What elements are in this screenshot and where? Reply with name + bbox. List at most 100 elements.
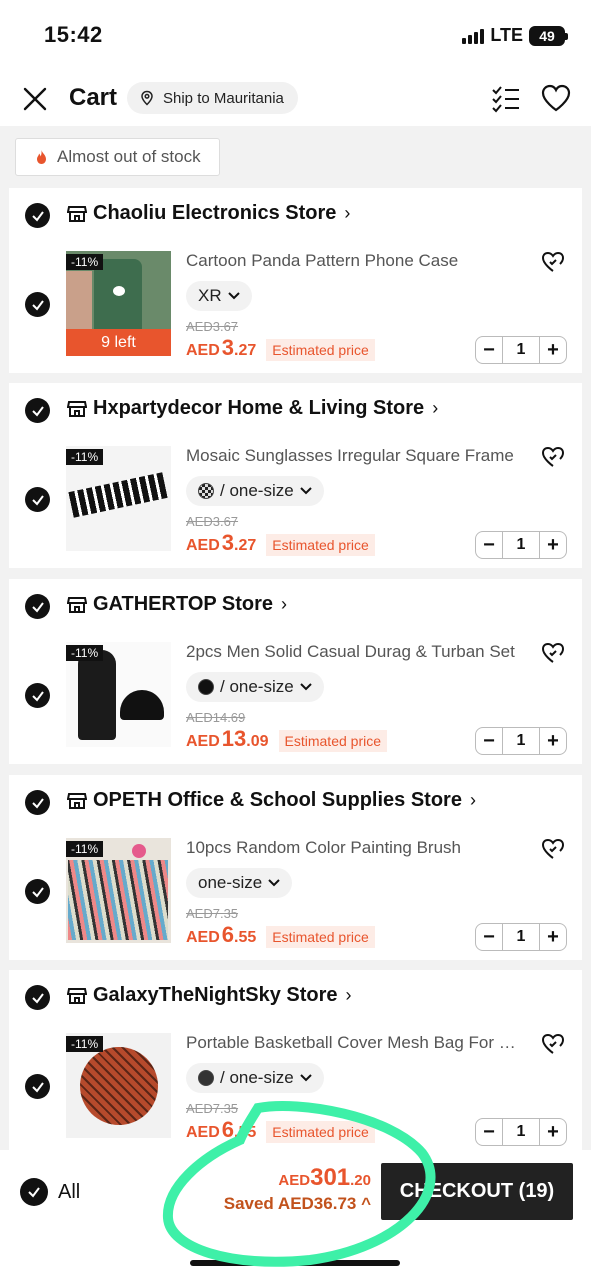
increase-quantity-button[interactable]: + — [540, 1119, 566, 1145]
quantity-value[interactable]: 1 — [502, 1119, 540, 1145]
product-image[interactable]: -11% 9 left — [66, 251, 171, 356]
store-icon — [67, 792, 87, 809]
filter-row: Almost out of stock — [0, 126, 591, 188]
product-title[interactable]: 10pcs Random Color Painting Brush — [186, 838, 526, 858]
price-currency: AED — [186, 342, 220, 359]
store-link[interactable]: GalaxyTheNightSky Store › — [67, 984, 352, 1007]
increase-quantity-button[interactable]: + — [540, 337, 566, 363]
variant-label: / one-size — [220, 1068, 294, 1087]
variant-selector[interactable]: / one-size — [186, 476, 324, 506]
filter-label: Almost out of stock — [57, 147, 201, 166]
ship-to-label: Ship to Mauritania — [163, 89, 284, 107]
decrease-quantity-button[interactable]: − — [476, 728, 502, 754]
chevron-right-icon: › — [345, 985, 352, 1005]
variant-swatch — [198, 679, 214, 695]
checkout-button[interactable]: CHECKOUT (19) — [381, 1163, 573, 1220]
heart-plus-icon[interactable] — [541, 838, 565, 860]
chevron-down-icon — [299, 487, 312, 495]
increase-quantity-button[interactable]: + — [540, 924, 566, 950]
item-checkbox[interactable] — [25, 487, 50, 512]
store-icon — [67, 596, 87, 613]
product-image[interactable]: -11% — [66, 446, 171, 551]
quantity-stepper: −1 + — [475, 923, 567, 951]
heart-plus-icon[interactable] — [541, 642, 565, 664]
price: AED 6.55 Estimated price — [186, 1117, 375, 1143]
total-decimal: .20 — [350, 1172, 371, 1189]
ship-to-button[interactable]: Ship to Mauritania — [127, 82, 298, 114]
store-checkbox[interactable] — [25, 790, 50, 815]
product-title[interactable]: Cartoon Panda Pattern Phone Case — [186, 251, 526, 271]
quantity-value[interactable]: 1 — [502, 728, 540, 754]
store-link[interactable]: GATHERTOP Store › — [67, 593, 287, 616]
decrease-quantity-button[interactable]: − — [476, 337, 502, 363]
increase-quantity-button[interactable]: + — [540, 728, 566, 754]
battery-icon: 49 — [529, 25, 568, 46]
stock-left-banner: 9 left — [66, 329, 171, 356]
status-bar: 15:42 LTE 49 — [0, 0, 591, 72]
quantity-stepper: −1 + — [475, 336, 567, 364]
store-link[interactable]: OPETH Office & School Supplies Store › — [67, 789, 476, 812]
product-title[interactable]: Mosaic Sunglasses Irregular Square Frame — [186, 446, 526, 466]
product-image[interactable]: -11% — [66, 642, 171, 747]
decrease-quantity-button[interactable]: − — [476, 532, 502, 558]
store-card: Chaoliu Electronics Store › -11% 9 left Cart… — [9, 188, 582, 373]
quantity-value[interactable]: 1 — [502, 924, 540, 950]
store-icon — [67, 205, 87, 222]
quantity-stepper: −1 + — [475, 727, 567, 755]
signal-icon — [462, 28, 485, 44]
decrease-quantity-button[interactable]: − — [476, 1119, 502, 1145]
discount-badge: -11% — [66, 254, 104, 270]
store-checkbox[interactable] — [25, 594, 50, 619]
chevron-right-icon: › — [469, 790, 476, 810]
decrease-quantity-button[interactable]: − — [476, 924, 502, 950]
store-name: GATHERTOP Store — [93, 593, 274, 615]
select-all-checkbox[interactable] — [20, 1178, 48, 1206]
variant-selector[interactable]: / one-size — [186, 1063, 324, 1093]
store-checkbox[interactable] — [25, 203, 50, 228]
checkmark-icon — [31, 797, 44, 809]
checkmark-icon — [31, 690, 44, 702]
heart-plus-icon[interactable] — [541, 1033, 565, 1055]
item-checkbox[interactable] — [25, 683, 50, 708]
quantity-value[interactable]: 1 — [502, 337, 540, 363]
checkmark-icon — [31, 405, 44, 417]
quantity-value[interactable]: 1 — [502, 532, 540, 558]
price: AED 13.09 Estimated price — [186, 726, 387, 752]
price-decimal: .55 — [234, 1124, 257, 1141]
cart-header: Cart Ship to Mauritania — [0, 72, 591, 126]
store-checkbox[interactable] — [25, 398, 50, 423]
saved-amount-toggle[interactable]: Saved AED36.73 ^ — [224, 1194, 371, 1214]
wishlist-heart-icon[interactable] — [541, 84, 571, 112]
product-image[interactable]: -11% — [66, 838, 171, 943]
location-pin-icon — [141, 90, 153, 106]
almost-out-of-stock-filter[interactable]: Almost out of stock — [15, 138, 220, 176]
variant-selector[interactable]: / one-size — [186, 672, 324, 702]
item-checkbox[interactable] — [25, 879, 50, 904]
variant-selector[interactable]: XR — [186, 281, 252, 311]
product-image[interactable]: -11% — [66, 1033, 171, 1138]
price: AED 3.27 Estimated price — [186, 530, 375, 556]
store-link[interactable]: Chaoliu Electronics Store › — [67, 202, 350, 225]
increase-quantity-button[interactable]: + — [540, 532, 566, 558]
estimated-price-badge: Estimated price — [278, 730, 387, 752]
heart-plus-icon[interactable] — [541, 446, 565, 468]
store-checkbox[interactable] — [25, 985, 50, 1010]
price-currency: AED — [186, 733, 220, 750]
heart-plus-icon[interactable] — [541, 251, 565, 273]
price-currency: AED — [186, 929, 220, 946]
close-icon[interactable] — [22, 86, 48, 112]
price-decimal: .09 — [246, 733, 269, 750]
store-card: OPETH Office & School Supplies Store › -11… — [9, 775, 582, 960]
variant-selector[interactable]: one-size — [186, 868, 293, 898]
item-checkbox[interactable] — [25, 292, 50, 317]
store-link[interactable]: Hxpartydecor Home & Living Store › — [67, 397, 438, 420]
original-price: AED7.35 — [186, 1101, 239, 1116]
total-price: AED 301 .20 — [278, 1164, 371, 1192]
product-title[interactable]: Portable Basketball Cover Mesh Bag For B… — [186, 1033, 526, 1053]
product-title[interactable]: 2pcs Men Solid Casual Durag & Turban Set — [186, 642, 526, 662]
checklist-icon[interactable] — [491, 85, 521, 113]
status-time: 15:42 — [44, 22, 103, 47]
store-name: Hxpartydecor Home & Living Store — [93, 397, 425, 419]
item-checkbox[interactable] — [25, 1074, 50, 1099]
checkmark-icon — [31, 299, 44, 311]
